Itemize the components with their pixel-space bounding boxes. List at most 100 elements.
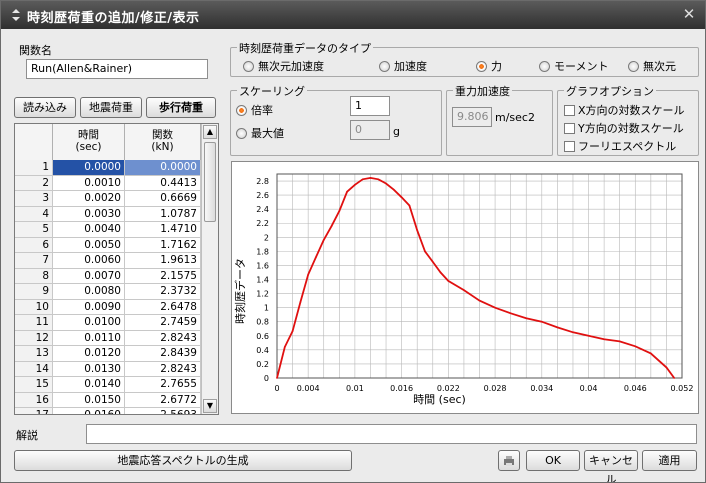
function-cell[interactable]: 2.8439 [125, 346, 201, 361]
row-number-cell: 1 [15, 160, 53, 175]
function-cell[interactable]: 2.7655 [125, 377, 201, 392]
y-tick-label: 0.4 [256, 346, 269, 355]
table-row[interactable]: 1 0.0000 0.0000 [15, 160, 201, 176]
table-row[interactable]: 16 0.0150 2.6772 [15, 392, 201, 408]
title-bar[interactable]: 時刻歴荷重の追加/修正/表示 ✕ [1, 1, 705, 29]
gravity-input[interactable]: 9.806 [452, 107, 492, 127]
time-column-header[interactable]: 時間 (sec) [53, 124, 125, 160]
table-row[interactable]: 14 0.0130 2.8243 [15, 361, 201, 377]
scaling-radio-rate[interactable]: 倍率 [236, 102, 273, 118]
table-row[interactable]: 2 0.0010 0.4413 [15, 175, 201, 191]
x-tick-label: 0.022 [437, 384, 460, 393]
function-cell[interactable]: 0.4413 [125, 175, 201, 190]
table-row[interactable]: 4 0.0030 1.0787 [15, 206, 201, 222]
time-cell[interactable]: 0.0110 [53, 330, 125, 345]
function-cell[interactable]: 2.1575 [125, 268, 201, 283]
table-row[interactable]: 6 0.0050 1.7162 [15, 237, 201, 253]
function-cell[interactable]: 0.6669 [125, 191, 201, 206]
function-name-input[interactable]: Run(Allen&Rainer) [26, 59, 208, 79]
table-row[interactable]: 17 0.0160 2.5693 [15, 408, 201, 414]
scroll-thumb[interactable] [204, 142, 216, 222]
data-point [650, 352, 652, 355]
function-cell[interactable]: 2.5693 [125, 408, 201, 414]
type-radio-dimensionless[interactable]: 無次元 [628, 58, 676, 74]
window-title: 時刻歴荷重の追加/修正/表示 [27, 11, 200, 26]
table-row[interactable]: 3 0.0020 0.6669 [15, 191, 201, 207]
quake-load-button[interactable]: 地震荷重 [80, 97, 142, 118]
walk-load-button[interactable]: 歩行荷重 [146, 97, 216, 118]
cancel-button[interactable]: キャンセル [584, 450, 638, 482]
radio-label: 加速度 [394, 60, 427, 73]
data-point [283, 346, 286, 348]
time-cell[interactable]: 0.0080 [53, 284, 125, 299]
data-point [463, 289, 465, 291]
scroll-up-icon[interactable]: ▲ [203, 125, 217, 139]
time-cell[interactable]: 0.0100 [53, 315, 125, 330]
load-button[interactable]: 読み込み [14, 97, 76, 118]
load-type-group-label: 時刻歴荷重データのタイプ [237, 40, 373, 56]
type-radio-accel[interactable]: 加速度 [379, 58, 427, 74]
time-cell[interactable]: 0.0010 [53, 175, 125, 190]
y-log-scale-checkbox[interactable]: Y方向の対数スケール [564, 120, 684, 136]
checkbox-box [564, 140, 575, 152]
table-row[interactable]: 13 0.0120 2.8439 [15, 346, 201, 362]
row-number-cell: 13 [15, 346, 53, 361]
time-cell[interactable]: 0.0120 [53, 346, 125, 361]
table-row[interactable]: 12 0.0110 2.8243 [15, 330, 201, 346]
scroll-down-icon[interactable]: ▼ [203, 399, 217, 413]
time-cell[interactable]: 0.0040 [53, 222, 125, 237]
function-cell[interactable]: 0.0000 [125, 160, 201, 175]
scaling-radio-max[interactable]: 最大値 [236, 125, 284, 141]
type-radio-dimensionless-accel[interactable]: 無次元加速度 [243, 58, 324, 74]
table-row[interactable]: 7 0.0060 1.9613 [15, 253, 201, 269]
table-row[interactable]: 9 0.0080 2.3732 [15, 284, 201, 300]
print-button[interactable] [498, 450, 520, 471]
checkbox-label: フーリエスペクトル [578, 140, 677, 153]
comment-input[interactable] [86, 424, 697, 444]
function-cell[interactable]: 2.8243 [125, 361, 201, 376]
function-cell[interactable]: 2.8243 [125, 330, 201, 345]
x-log-scale-checkbox[interactable]: X方向の対数スケール [564, 102, 685, 118]
function-cell[interactable]: 2.6772 [125, 392, 201, 407]
function-column-header[interactable]: 関数 (kN) [125, 124, 201, 160]
function-cell[interactable]: 1.0787 [125, 206, 201, 221]
time-cell[interactable]: 0.0060 [53, 253, 125, 268]
row-number-cell: 17 [15, 408, 53, 414]
time-cell[interactable]: 0.0160 [53, 408, 125, 414]
table-scrollbar[interactable]: ▲ ▼ [201, 124, 218, 414]
generate-spectrum-button[interactable]: 地震応答スペクトルの生成 [14, 450, 352, 471]
fourier-spectrum-checkbox[interactable]: フーリエスペクトル [564, 138, 676, 154]
x-tick-label: 0.01 [346, 384, 364, 393]
time-cell[interactable]: 0.0140 [53, 377, 125, 392]
time-cell[interactable]: 0.0030 [53, 206, 125, 221]
time-cell[interactable]: 0.0130 [53, 361, 125, 376]
time-cell[interactable]: 0.0020 [53, 191, 125, 206]
radio-label: 最大値 [251, 127, 284, 140]
radio-indicator [236, 127, 247, 139]
time-cell[interactable]: 0.0090 [53, 299, 125, 314]
rate-input[interactable]: 1 [350, 96, 390, 116]
function-cell[interactable]: 1.7162 [125, 237, 201, 252]
time-cell[interactable]: 0.0150 [53, 392, 125, 407]
type-radio-moment[interactable]: モーメント [539, 58, 609, 74]
function-cell[interactable]: 1.9613 [125, 253, 201, 268]
table-row[interactable]: 5 0.0040 1.4710 [15, 222, 201, 238]
function-cell[interactable]: 2.6478 [125, 299, 201, 314]
time-cell[interactable]: 0.0050 [53, 237, 125, 252]
type-radio-force[interactable]: 力 [476, 58, 502, 74]
apply-button[interactable]: 適用 [642, 450, 697, 471]
time-cell[interactable]: 0.0070 [53, 268, 125, 283]
function-cell[interactable]: 2.3732 [125, 284, 201, 299]
function-cell[interactable]: 1.4710 [125, 222, 201, 237]
function-cell[interactable]: 2.7459 [125, 315, 201, 330]
table-row[interactable]: 15 0.0140 2.7655 [15, 377, 201, 393]
table-row[interactable]: 8 0.0070 2.1575 [15, 268, 201, 284]
table-row[interactable]: 11 0.0100 2.7459 [15, 315, 201, 331]
table-row[interactable]: 10 0.0090 2.6478 [15, 299, 201, 315]
data-point [494, 306, 496, 309]
ok-button[interactable]: OK [526, 450, 580, 471]
time-cell[interactable]: 0.0000 [53, 160, 125, 175]
close-icon[interactable]: ✕ [681, 6, 697, 22]
data-point [369, 177, 372, 179]
max-input[interactable]: 0 [350, 120, 390, 140]
